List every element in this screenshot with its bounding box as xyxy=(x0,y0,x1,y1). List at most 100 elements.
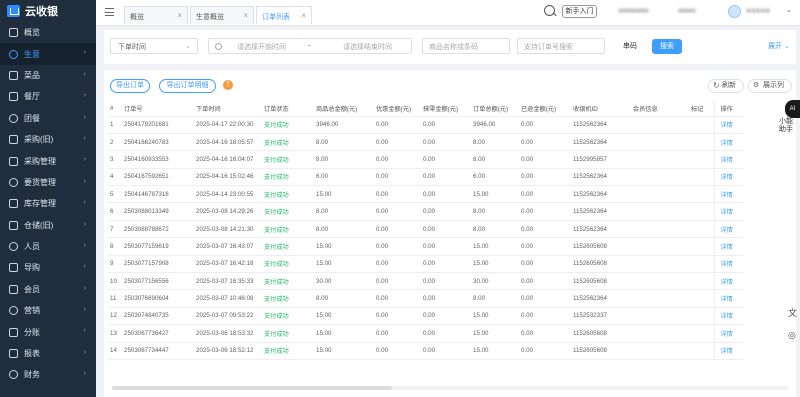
sidebar-item-6[interactable]: 采购管理 › xyxy=(0,150,96,171)
sidebar-item-5[interactable]: 采购(旧) › xyxy=(0,129,96,150)
sidebar-item-13[interactable]: 营销 › xyxy=(0,300,96,321)
table-cell: 14 xyxy=(108,342,122,360)
sidebar-item-11[interactable]: 导购 › xyxy=(0,257,96,278)
table-cell xyxy=(689,307,714,326)
table-cell: 3 xyxy=(108,150,122,169)
column-header[interactable]: # xyxy=(108,102,122,117)
sidebar-item-label: 采购(旧) xyxy=(24,135,54,145)
sidebar-item-7[interactable]: 要货管理 › xyxy=(0,172,96,193)
menu-collapse-icon[interactable] xyxy=(105,8,114,16)
table-cell: 1152605608 xyxy=(571,255,631,274)
horizontal-scrollbar[interactable] xyxy=(112,386,392,390)
beginner-guide-button[interactable]: 新手入门 xyxy=(562,5,597,18)
sidebar-item-3[interactable]: 餐厅 › xyxy=(0,86,96,107)
serial-code-toggle[interactable]: 串码 xyxy=(623,41,637,51)
order-detail-link[interactable]: 详情 xyxy=(713,150,744,169)
order-detail-link[interactable]: 详情 xyxy=(713,202,744,221)
column-header[interactable]: 下单时间 xyxy=(194,102,262,117)
table-cell: 2025-04-16 15:02:46 xyxy=(194,168,262,187)
column-header[interactable]: 标记 xyxy=(689,102,714,117)
table-cell: 2025-03-06 18:53:32 xyxy=(194,324,262,343)
search-button[interactable]: 搜索 xyxy=(652,39,682,54)
column-header[interactable]: 操作 xyxy=(713,102,744,117)
order-detail-link[interactable]: 详情 xyxy=(713,168,744,187)
close-icon[interactable]: × xyxy=(243,11,248,20)
table-cell: 0.00 xyxy=(421,220,471,239)
sidebar-item-12[interactable]: 会员 › xyxy=(0,279,96,300)
column-settings-button[interactable]: 展示列 xyxy=(748,79,792,93)
table-row: 8 2503077159619 2025-03-07 16:43:07 支付成功 15.… xyxy=(108,237,744,256)
order-detail-link[interactable]: 详情 xyxy=(713,272,744,291)
tab-business-overview[interactable]: 生意概览 × xyxy=(190,6,254,24)
table-cell: 2504179201681 xyxy=(122,116,194,134)
column-header[interactable]: 订单总额(元) xyxy=(471,102,519,117)
column-header[interactable]: 抹零金额(元) xyxy=(421,102,471,117)
close-icon[interactable]: × xyxy=(301,11,306,20)
date-range-picker[interactable]: 请选择开始时间 - 请选择结束时间 xyxy=(208,38,412,54)
sidebar-item-14[interactable]: 分账 › xyxy=(0,321,96,342)
sidebar-item-0[interactable]: 概览 xyxy=(0,22,96,43)
order-detail-link[interactable]: 详情 xyxy=(713,220,744,239)
end-time-input[interactable]: 请选择结束时间 xyxy=(343,42,392,52)
order-search-input[interactable]: 支持订单号搜索 xyxy=(517,38,605,54)
chevron-right-icon: › xyxy=(83,92,86,100)
status-badge: 支付成功 xyxy=(262,324,314,343)
table-cell: 15.00 xyxy=(314,307,374,326)
table-row: 3 2504160933553 2025-04-16 16:04:07 支付成功 8.0… xyxy=(108,150,744,169)
sidebar-item-2[interactable]: 菜品 › xyxy=(0,65,96,86)
sidebar-item-15[interactable]: 报表 › xyxy=(0,343,96,364)
table-cell: 0.00 xyxy=(421,168,471,187)
table-cell xyxy=(631,307,689,326)
refresh-button[interactable]: 刷新 xyxy=(708,79,744,93)
column-header[interactable]: 优惠金额(元) xyxy=(374,102,421,117)
close-icon[interactable]: × xyxy=(177,11,182,20)
sidebar-item-9[interactable]: 仓储(旧) › xyxy=(0,215,96,236)
order-detail-link[interactable]: 详情 xyxy=(713,342,744,360)
table-cell: 0.00 xyxy=(421,185,471,204)
translate-icon[interactable]: 文 xyxy=(788,306,800,318)
sidebar-item-1[interactable]: 生意 › xyxy=(0,43,96,65)
expand-filters-button[interactable]: 展开 ⌄ xyxy=(768,41,790,51)
order-detail-link[interactable]: 详情 xyxy=(713,289,744,308)
table-cell: 2025-03-07 09:53:22 xyxy=(194,307,262,326)
sidebar-item-label: 导购 xyxy=(24,263,40,273)
table-cell: 0.00 xyxy=(374,272,421,291)
search-icon[interactable] xyxy=(544,5,555,16)
order-detail-link[interactable]: 详情 xyxy=(713,116,744,134)
sidebar-item-10[interactable]: 人员 › xyxy=(0,236,96,257)
user-name[interactable]: ■■■■■ xyxy=(746,6,770,15)
app-logo[interactable]: 云收银 xyxy=(0,0,96,22)
order-detail-link[interactable]: 详情 xyxy=(713,133,744,152)
table-cell: 1152562364 xyxy=(571,185,631,204)
ai-assistant-button[interactable]: AI xyxy=(785,100,800,118)
order-detail-link[interactable]: 详情 xyxy=(713,307,744,326)
sidebar-item-8[interactable]: 库存管理 › xyxy=(0,193,96,214)
column-header[interactable]: 商品总金额(元) xyxy=(314,102,374,117)
column-header[interactable]: 订单号 xyxy=(122,102,194,117)
sidebar-item-16[interactable]: 财务 › xyxy=(0,364,96,385)
tab-order-list[interactable]: 订单列表 × xyxy=(256,6,312,24)
ai-assistant-label[interactable]: 小能 助手 xyxy=(779,118,800,134)
order-detail-link[interactable]: 详情 xyxy=(713,237,744,256)
column-header[interactable]: 收银机ID xyxy=(571,102,631,117)
order-detail-link[interactable]: 详情 xyxy=(713,185,744,204)
start-time-input[interactable]: 请选择开始时间 xyxy=(237,42,286,52)
product-search-input[interactable]: 商品名称或条码 xyxy=(422,38,510,54)
table-cell: 0.00 xyxy=(519,168,571,187)
column-header[interactable]: 订单状态 xyxy=(262,102,314,117)
avatar[interactable] xyxy=(728,5,741,18)
chevron-down-icon[interactable]: ⌄ xyxy=(786,6,792,14)
tab-overview[interactable]: 概览 × xyxy=(124,6,188,24)
order-detail-link[interactable]: 详情 xyxy=(713,255,744,274)
export-order-details-button[interactable]: 导出订单明细 xyxy=(159,79,216,93)
order-detail-link[interactable]: 详情 xyxy=(713,324,744,343)
sidebar-item-4[interactable]: 团餐 › xyxy=(0,108,96,129)
chevron-right-icon: › xyxy=(83,49,86,57)
help-icon[interactable]: ! xyxy=(223,80,233,90)
column-header[interactable]: 会员信息 xyxy=(631,102,689,117)
column-header[interactable]: 已退金额(元) xyxy=(519,102,571,117)
marketing-icon xyxy=(9,306,18,316)
export-orders-button[interactable]: 导出订单 xyxy=(110,79,150,93)
chat-icon[interactable]: ◎ xyxy=(788,330,800,342)
time-type-select[interactable]: 下单时间 ⌄ xyxy=(110,38,198,54)
